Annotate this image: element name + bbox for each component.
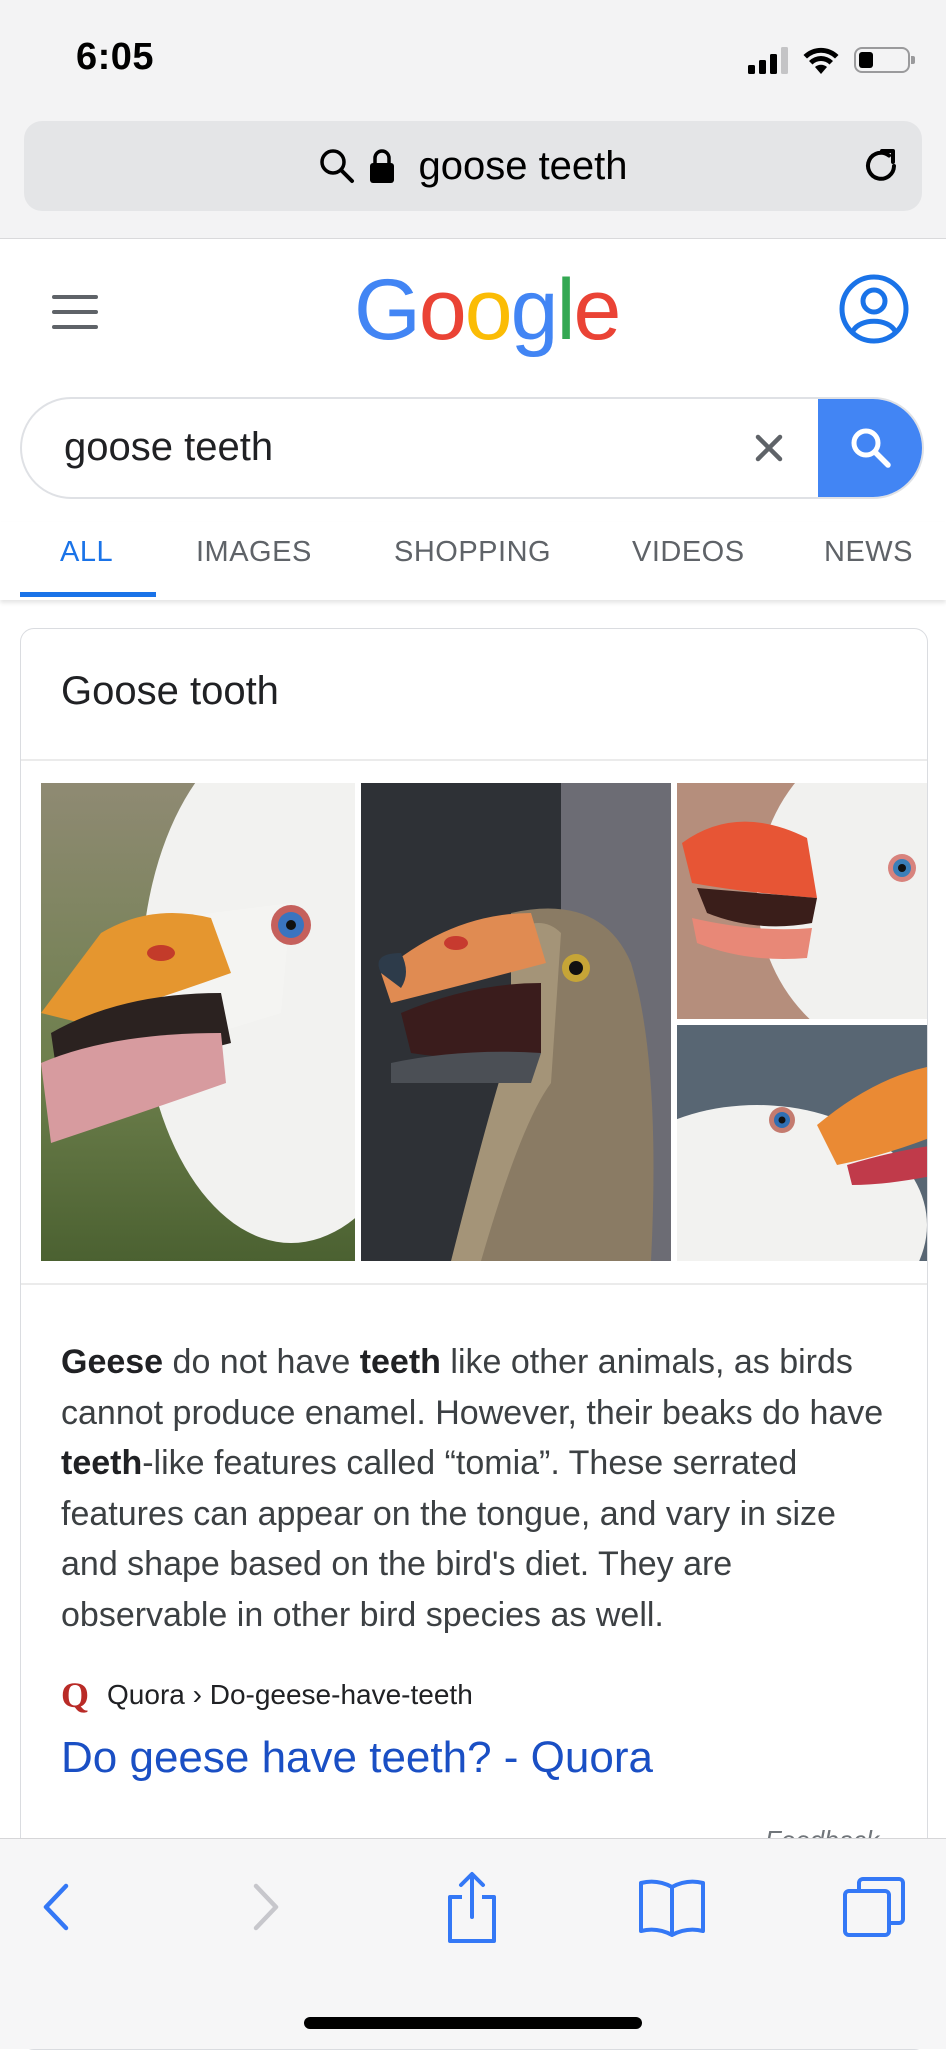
logo-letter: o <box>418 262 467 358</box>
snippet-text: Geese do not have teeth like other anima… <box>61 1337 891 1640</box>
cellular-signal-icon <box>748 46 788 74</box>
divider <box>21 759 927 761</box>
status-icons <box>748 40 915 80</box>
goose-image-1[interactable] <box>41 783 355 1261</box>
lock-icon <box>370 149 395 183</box>
featured-snippet-card: Goose tooth Geese do not have teeth like… <box>20 628 928 2050</box>
forward-button[interactable] <box>226 1867 306 1947</box>
forward-icon <box>253 1883 279 1931</box>
address-text: goose teeth <box>418 143 628 188</box>
logo-letter: e <box>573 262 622 358</box>
tab-news[interactable]: NEWS <box>824 536 913 569</box>
search-box[interactable]: goose teeth <box>20 397 924 499</box>
reload-icon[interactable] <box>858 143 904 189</box>
back-icon <box>43 1883 69 1931</box>
snippet-span: -like features called “tomia”. These ser… <box>61 1444 836 1634</box>
bookmarks-button[interactable] <box>632 1867 712 1947</box>
back-button[interactable] <box>16 1867 96 1947</box>
source-breadcrumb: Quora › Do-geese-have-teeth <box>107 1679 473 1710</box>
google-logo[interactable]: Google <box>354 267 621 353</box>
logo-letter: G <box>354 262 421 358</box>
menu-icon[interactable] <box>52 295 98 329</box>
home-indicator[interactable] <box>304 2017 642 2029</box>
tab-videos[interactable]: VIDEOS <box>632 536 745 569</box>
bookmarks-icon <box>639 1879 705 1937</box>
status-bar: 6:05 <box>0 0 946 118</box>
goose-image-4[interactable] <box>677 1025 927 1261</box>
battery-icon <box>854 47 915 73</box>
snippet-bold: teeth <box>61 1444 143 1482</box>
result-title-link[interactable]: Do geese have teeth? - Quora <box>61 1733 653 1783</box>
quora-favicon-icon: Q <box>61 1675 90 1715</box>
tabs-button[interactable] <box>834 1867 914 1947</box>
wifi-icon <box>803 47 839 74</box>
search-button[interactable] <box>818 399 922 497</box>
tab-images[interactable]: IMAGES <box>196 536 312 569</box>
tab-all[interactable]: ALL <box>60 536 113 569</box>
divider <box>21 1283 927 1285</box>
active-tab-indicator <box>20 592 156 597</box>
clear-icon[interactable] <box>744 423 794 473</box>
result-source[interactable]: Q Quora › Do-geese-have-teeth <box>61 1675 473 1715</box>
search-input[interactable]: goose teeth <box>64 425 273 470</box>
share-button[interactable] <box>432 1867 512 1947</box>
status-time: 6:05 <box>76 36 155 78</box>
logo-letter: g <box>510 262 559 358</box>
address-bar-container: goose teeth <box>0 118 946 239</box>
share-icon <box>448 1872 496 1943</box>
logo-letter: l <box>556 262 575 358</box>
google-header: Google <box>0 239 946 389</box>
search-icon <box>320 149 355 183</box>
search-icon <box>851 428 891 468</box>
snippet-bold: teeth <box>359 1343 441 1381</box>
snippet-bold: Geese <box>61 1343 164 1381</box>
goose-image-2[interactable] <box>361 783 671 1261</box>
logo-letter: o <box>464 262 513 358</box>
tab-shopping[interactable]: SHOPPING <box>394 536 551 569</box>
safari-toolbar <box>0 1838 946 2049</box>
address-bar[interactable]: goose teeth <box>24 121 922 211</box>
goose-image-3[interactable] <box>677 783 927 1019</box>
account-icon[interactable] <box>838 273 910 345</box>
tabs-icon <box>843 1877 905 1937</box>
card-title: Goose tooth <box>61 669 279 713</box>
search-tabs: ALL IMAGES SHOPPING VIDEOS NEWS <box>0 522 946 600</box>
snippet-span: do not have <box>163 1343 360 1381</box>
